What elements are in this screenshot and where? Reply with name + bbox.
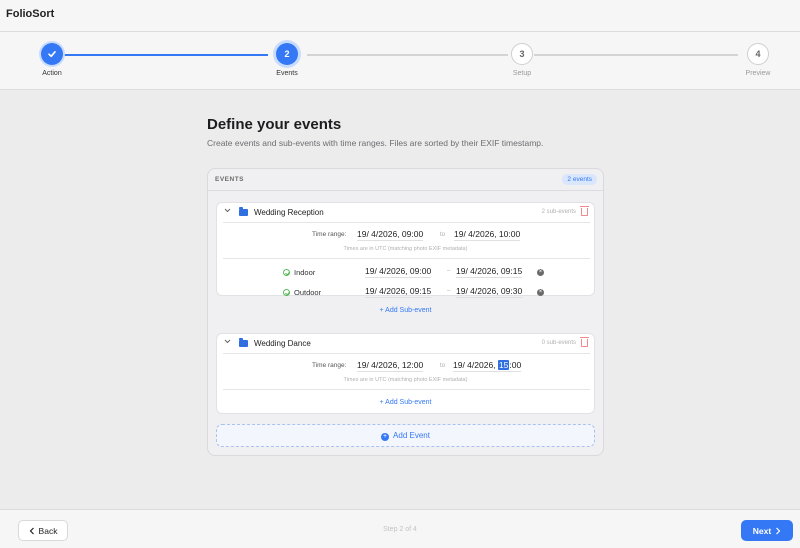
app-title: FolioSort — [6, 8, 55, 20]
next-label: Next — [752, 525, 772, 536]
check-circle-icon — [283, 289, 290, 296]
step-number: 2 — [276, 43, 298, 65]
step-setup[interactable]: 3 Setup — [487, 43, 557, 77]
step-label: Action — [42, 70, 62, 77]
remove-icon[interactable]: × — [537, 269, 544, 276]
events-panel-header: EVENTS 2 events — [208, 169, 603, 191]
footer-bar: Back Step 2 of 4 Next — [0, 509, 800, 548]
event-end-datetime[interactable]: 19/ 4/2026, 10:00 — [454, 228, 521, 241]
chevron-down-icon[interactable] — [224, 208, 231, 215]
event-header: Wedding Reception 2 sub-events — [217, 203, 594, 222]
sub-event-start-datetime[interactable]: 19/ 4/2026, 09:15 — [365, 285, 432, 298]
sub-event-end-datetime[interactable]: 19/ 4/2026, 09:15 — [456, 265, 523, 278]
time-range-label: Time range: — [312, 231, 347, 238]
event-start-datetime[interactable]: 19/ 4/2026, 12:00 — [357, 359, 424, 372]
time-range-label: Time range: — [312, 362, 347, 369]
check-circle-icon — [283, 269, 290, 276]
sub-event-end-datetime[interactable]: 19/ 4/2026, 09:30 — [456, 285, 523, 298]
chevron-right-icon — [776, 527, 781, 534]
event-end-datetime[interactable]: 19/ 4/2026, 15:00 — [453, 359, 522, 372]
event-name[interactable]: Wedding Dance — [254, 339, 311, 348]
title-bar: FolioSort — [0, 0, 800, 32]
step-connector-2 — [307, 54, 508, 56]
sub-event-name[interactable]: Indoor — [294, 268, 315, 277]
add-sub-event-button[interactable]: + Add Sub-event — [208, 307, 603, 314]
divider — [223, 258, 590, 259]
step-events[interactable]: 2 Events — [252, 43, 322, 77]
event-header: Wedding Dance 0 sub-events — [217, 334, 594, 353]
divider — [223, 222, 590, 223]
folder-icon — [239, 207, 248, 216]
sub-event-count: 0 sub-events — [541, 340, 576, 346]
page-subtitle: Create events and sub-events with time r… — [207, 138, 544, 148]
add-event-button[interactable]: + Add Event — [216, 424, 595, 447]
step-label: Setup — [512, 70, 532, 77]
page-title: Define your events — [207, 116, 342, 133]
add-sub-event-button[interactable]: + Add Sub-event — [217, 399, 594, 406]
step-connector-3 — [534, 54, 738, 56]
add-event-content: + Add Event — [217, 431, 594, 441]
step-action[interactable]: Action — [17, 43, 87, 77]
step-label: Preview — [745, 70, 771, 77]
remove-icon[interactable]: × — [537, 289, 544, 296]
range-separator: – — [447, 268, 451, 274]
step-preview[interactable]: 4 Preview — [723, 43, 793, 77]
end-minute-part: :00 — [509, 360, 522, 370]
events-panel: EVENTS 2 events Wedding Reception 2 sub-… — [207, 168, 604, 456]
trash-icon[interactable] — [580, 206, 589, 216]
selected-hour-segment[interactable]: 15 — [497, 360, 510, 370]
trash-icon[interactable] — [580, 337, 589, 347]
step-number: 4 — [747, 43, 769, 65]
event-name[interactable]: Wedding Reception — [254, 208, 324, 217]
event-card-wedding-reception: Wedding Reception 2 sub-events Time rang… — [216, 202, 595, 298]
utc-note: Times are in UTC (matching photo EXIF me… — [343, 246, 468, 252]
plus-circle-icon: + — [381, 433, 390, 441]
step-connector-1 — [64, 54, 268, 56]
to-label: to — [440, 232, 446, 238]
step-counter: Step 2 of 4 — [383, 526, 417, 533]
folder-icon — [239, 338, 248, 347]
divider — [223, 389, 590, 390]
step-number: 3 — [511, 43, 533, 65]
range-separator: – — [447, 288, 451, 294]
step-label: Events — [276, 70, 298, 77]
add-event-label: Add Event — [393, 431, 430, 440]
event-count-badge: 2 events — [562, 174, 597, 185]
wizard-stepper: Action 2 Events 3 Setup 4 Preview — [0, 32, 800, 90]
event-start-datetime[interactable]: 19/ 4/2026, 09:00 — [357, 228, 424, 241]
sub-event-count: 2 sub-events — [541, 209, 576, 215]
to-label: to — [440, 363, 446, 369]
end-date-part: 19/ 4/2026, — [453, 360, 498, 370]
utc-note: Times are in UTC (matching photo EXIF me… — [343, 377, 468, 383]
check-icon — [41, 43, 63, 65]
sub-event-name[interactable]: Outdoor — [294, 288, 321, 297]
divider — [223, 353, 590, 354]
events-panel-title: EVENTS — [215, 176, 245, 183]
next-button[interactable]: Next — [741, 520, 793, 541]
sub-event-start-datetime[interactable]: 19/ 4/2026, 09:00 — [365, 265, 432, 278]
event-card-wedding-dance: Wedding Dance 0 sub-events Time range: 1… — [216, 333, 595, 414]
chevron-down-icon[interactable] — [224, 339, 231, 346]
